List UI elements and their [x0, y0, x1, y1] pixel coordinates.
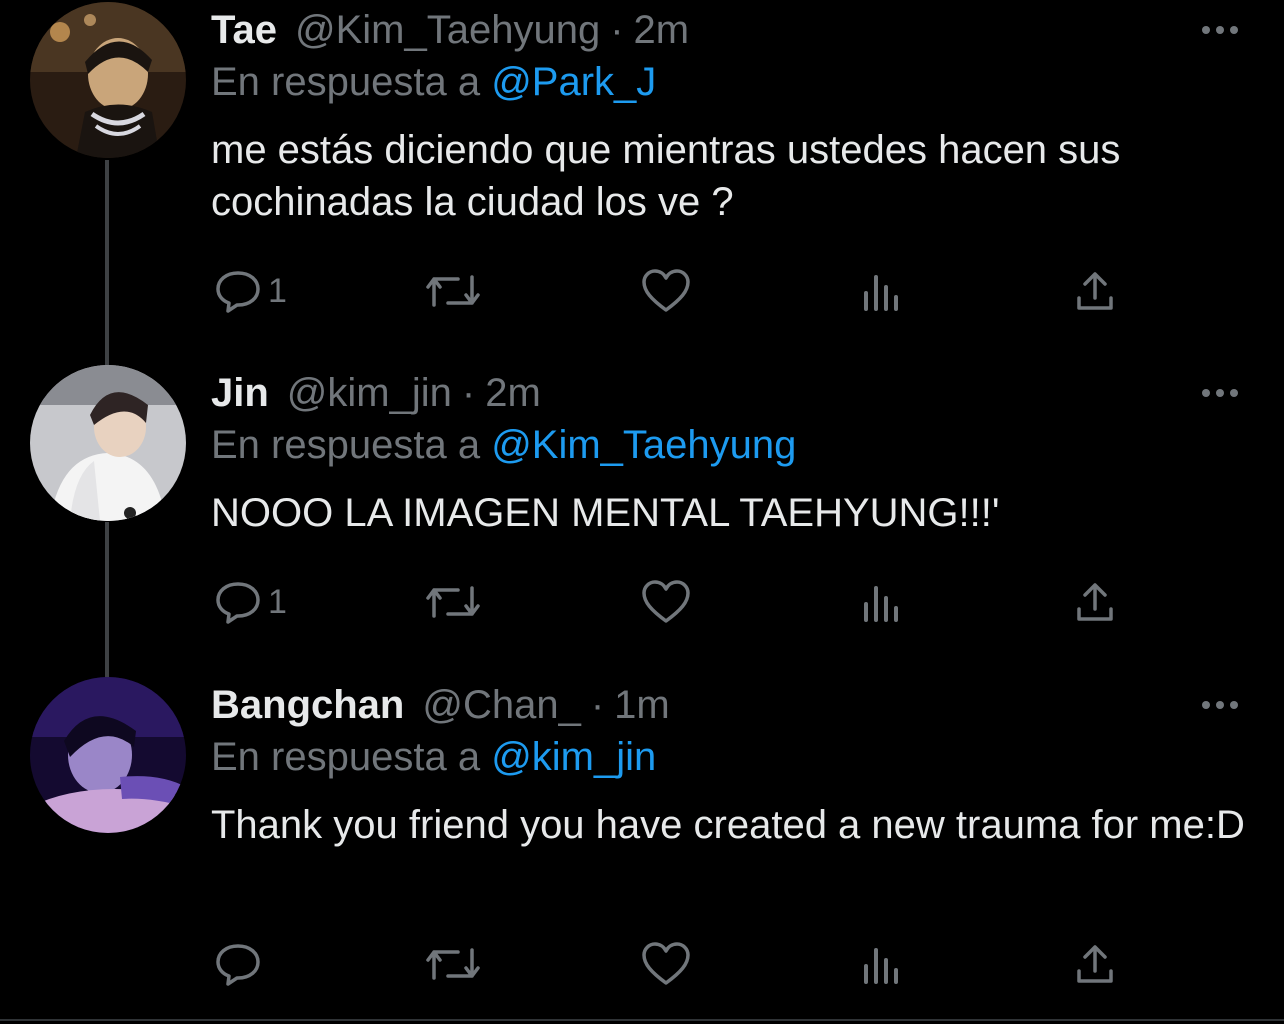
- reply-count: 1: [268, 271, 287, 310]
- more-icon[interactable]: [1196, 377, 1244, 409]
- tweet[interactable]: Jin @kim_jin · 2m En respuesta a @Kim_Ta…: [0, 363, 1284, 663]
- separator-dot: ·: [610, 8, 624, 52]
- retweet-button[interactable]: [424, 261, 482, 321]
- separator-dot: ·: [461, 371, 476, 415]
- timestamp[interactable]: 1m: [614, 675, 670, 735]
- tweet-text: me estás diciendo que mientras ustedes h…: [211, 128, 1121, 224]
- reply-mention-link[interactable]: @Kim_Taehyung: [491, 423, 796, 467]
- reply-mention-link[interactable]: @kim_jin: [491, 735, 656, 779]
- reply-icon: [214, 942, 262, 986]
- tweet-header: Bangchan @Chan_ · 1m: [211, 675, 670, 735]
- analytics-button[interactable]: [860, 934, 904, 994]
- avatar[interactable]: [30, 2, 186, 158]
- share-button[interactable]: [1073, 261, 1117, 321]
- share-icon: [1073, 268, 1117, 314]
- tweet[interactable]: Tae @Kim_Taehyung · 2m En respuesta a @P…: [0, 0, 1284, 340]
- retweet-icon: [424, 944, 482, 984]
- reply-context: En respuesta a @Kim_Taehyung: [211, 419, 796, 471]
- reply-context: En respuesta a @kim_jin: [211, 731, 656, 783]
- heart-icon: [641, 579, 691, 625]
- analytics-icon: [860, 580, 904, 624]
- more-icon[interactable]: [1196, 689, 1244, 721]
- like-button[interactable]: [641, 572, 691, 632]
- analytics-button[interactable]: [860, 572, 904, 632]
- separator-dot: ·: [590, 683, 605, 727]
- reply-context: En respuesta a @Park_J: [211, 56, 656, 108]
- reply-button[interactable]: 1: [214, 261, 287, 321]
- reply-icon: [214, 269, 262, 313]
- action-bar: 1: [0, 572, 1284, 632]
- reply-prefix: En respuesta a: [211, 423, 481, 467]
- tweet-header: Jin @kim_jin · 2m: [211, 363, 541, 423]
- tweet[interactable]: Bangchan @Chan_ · 1m En respuesta a @kim…: [0, 675, 1284, 1005]
- share-button[interactable]: [1073, 572, 1117, 632]
- retweet-icon: [424, 271, 482, 311]
- timestamp[interactable]: 2m: [634, 0, 690, 60]
- user-handle[interactable]: @kim_jin: [287, 363, 452, 423]
- analytics-icon: [860, 942, 904, 986]
- timestamp[interactable]: 2m: [485, 363, 541, 423]
- reply-prefix: En respuesta a: [211, 60, 481, 104]
- heart-icon: [641, 268, 691, 314]
- avatar[interactable]: [30, 365, 186, 521]
- share-icon: [1073, 941, 1117, 987]
- display-name[interactable]: Tae: [211, 0, 277, 60]
- retweet-button[interactable]: [424, 572, 482, 632]
- tweet-text: Thank you friend you have created a new …: [211, 803, 1245, 847]
- display-name[interactable]: Jin: [211, 363, 269, 423]
- more-icon[interactable]: [1196, 14, 1244, 46]
- share-icon: [1073, 579, 1117, 625]
- analytics-icon: [860, 269, 904, 313]
- reply-button[interactable]: 1: [214, 572, 287, 632]
- display-name[interactable]: Bangchan: [211, 675, 404, 735]
- reply-count: 1: [268, 582, 287, 621]
- user-handle[interactable]: @Kim_Taehyung: [295, 0, 600, 60]
- heart-icon: [641, 941, 691, 987]
- bottom-divider: [0, 1019, 1284, 1021]
- reply-mention-link[interactable]: @Park_J: [491, 60, 656, 104]
- tweet-text: NOOO LA IMAGEN MENTAL TAEHYUNG!!!': [211, 491, 1000, 535]
- like-button[interactable]: [641, 261, 691, 321]
- retweet-button[interactable]: [424, 934, 482, 994]
- action-bar: 1: [0, 261, 1284, 321]
- action-bar: [0, 934, 1284, 994]
- tweet-header: Tae @Kim_Taehyung · 2m: [211, 0, 689, 60]
- analytics-button[interactable]: [860, 261, 904, 321]
- retweet-icon: [424, 582, 482, 622]
- reply-prefix: En respuesta a: [211, 735, 481, 779]
- reply-icon: [214, 580, 262, 624]
- like-button[interactable]: [641, 934, 691, 994]
- reply-button[interactable]: [214, 934, 268, 994]
- share-button[interactable]: [1073, 934, 1117, 994]
- avatar[interactable]: [30, 677, 186, 833]
- user-handle[interactable]: @Chan_: [422, 675, 580, 735]
